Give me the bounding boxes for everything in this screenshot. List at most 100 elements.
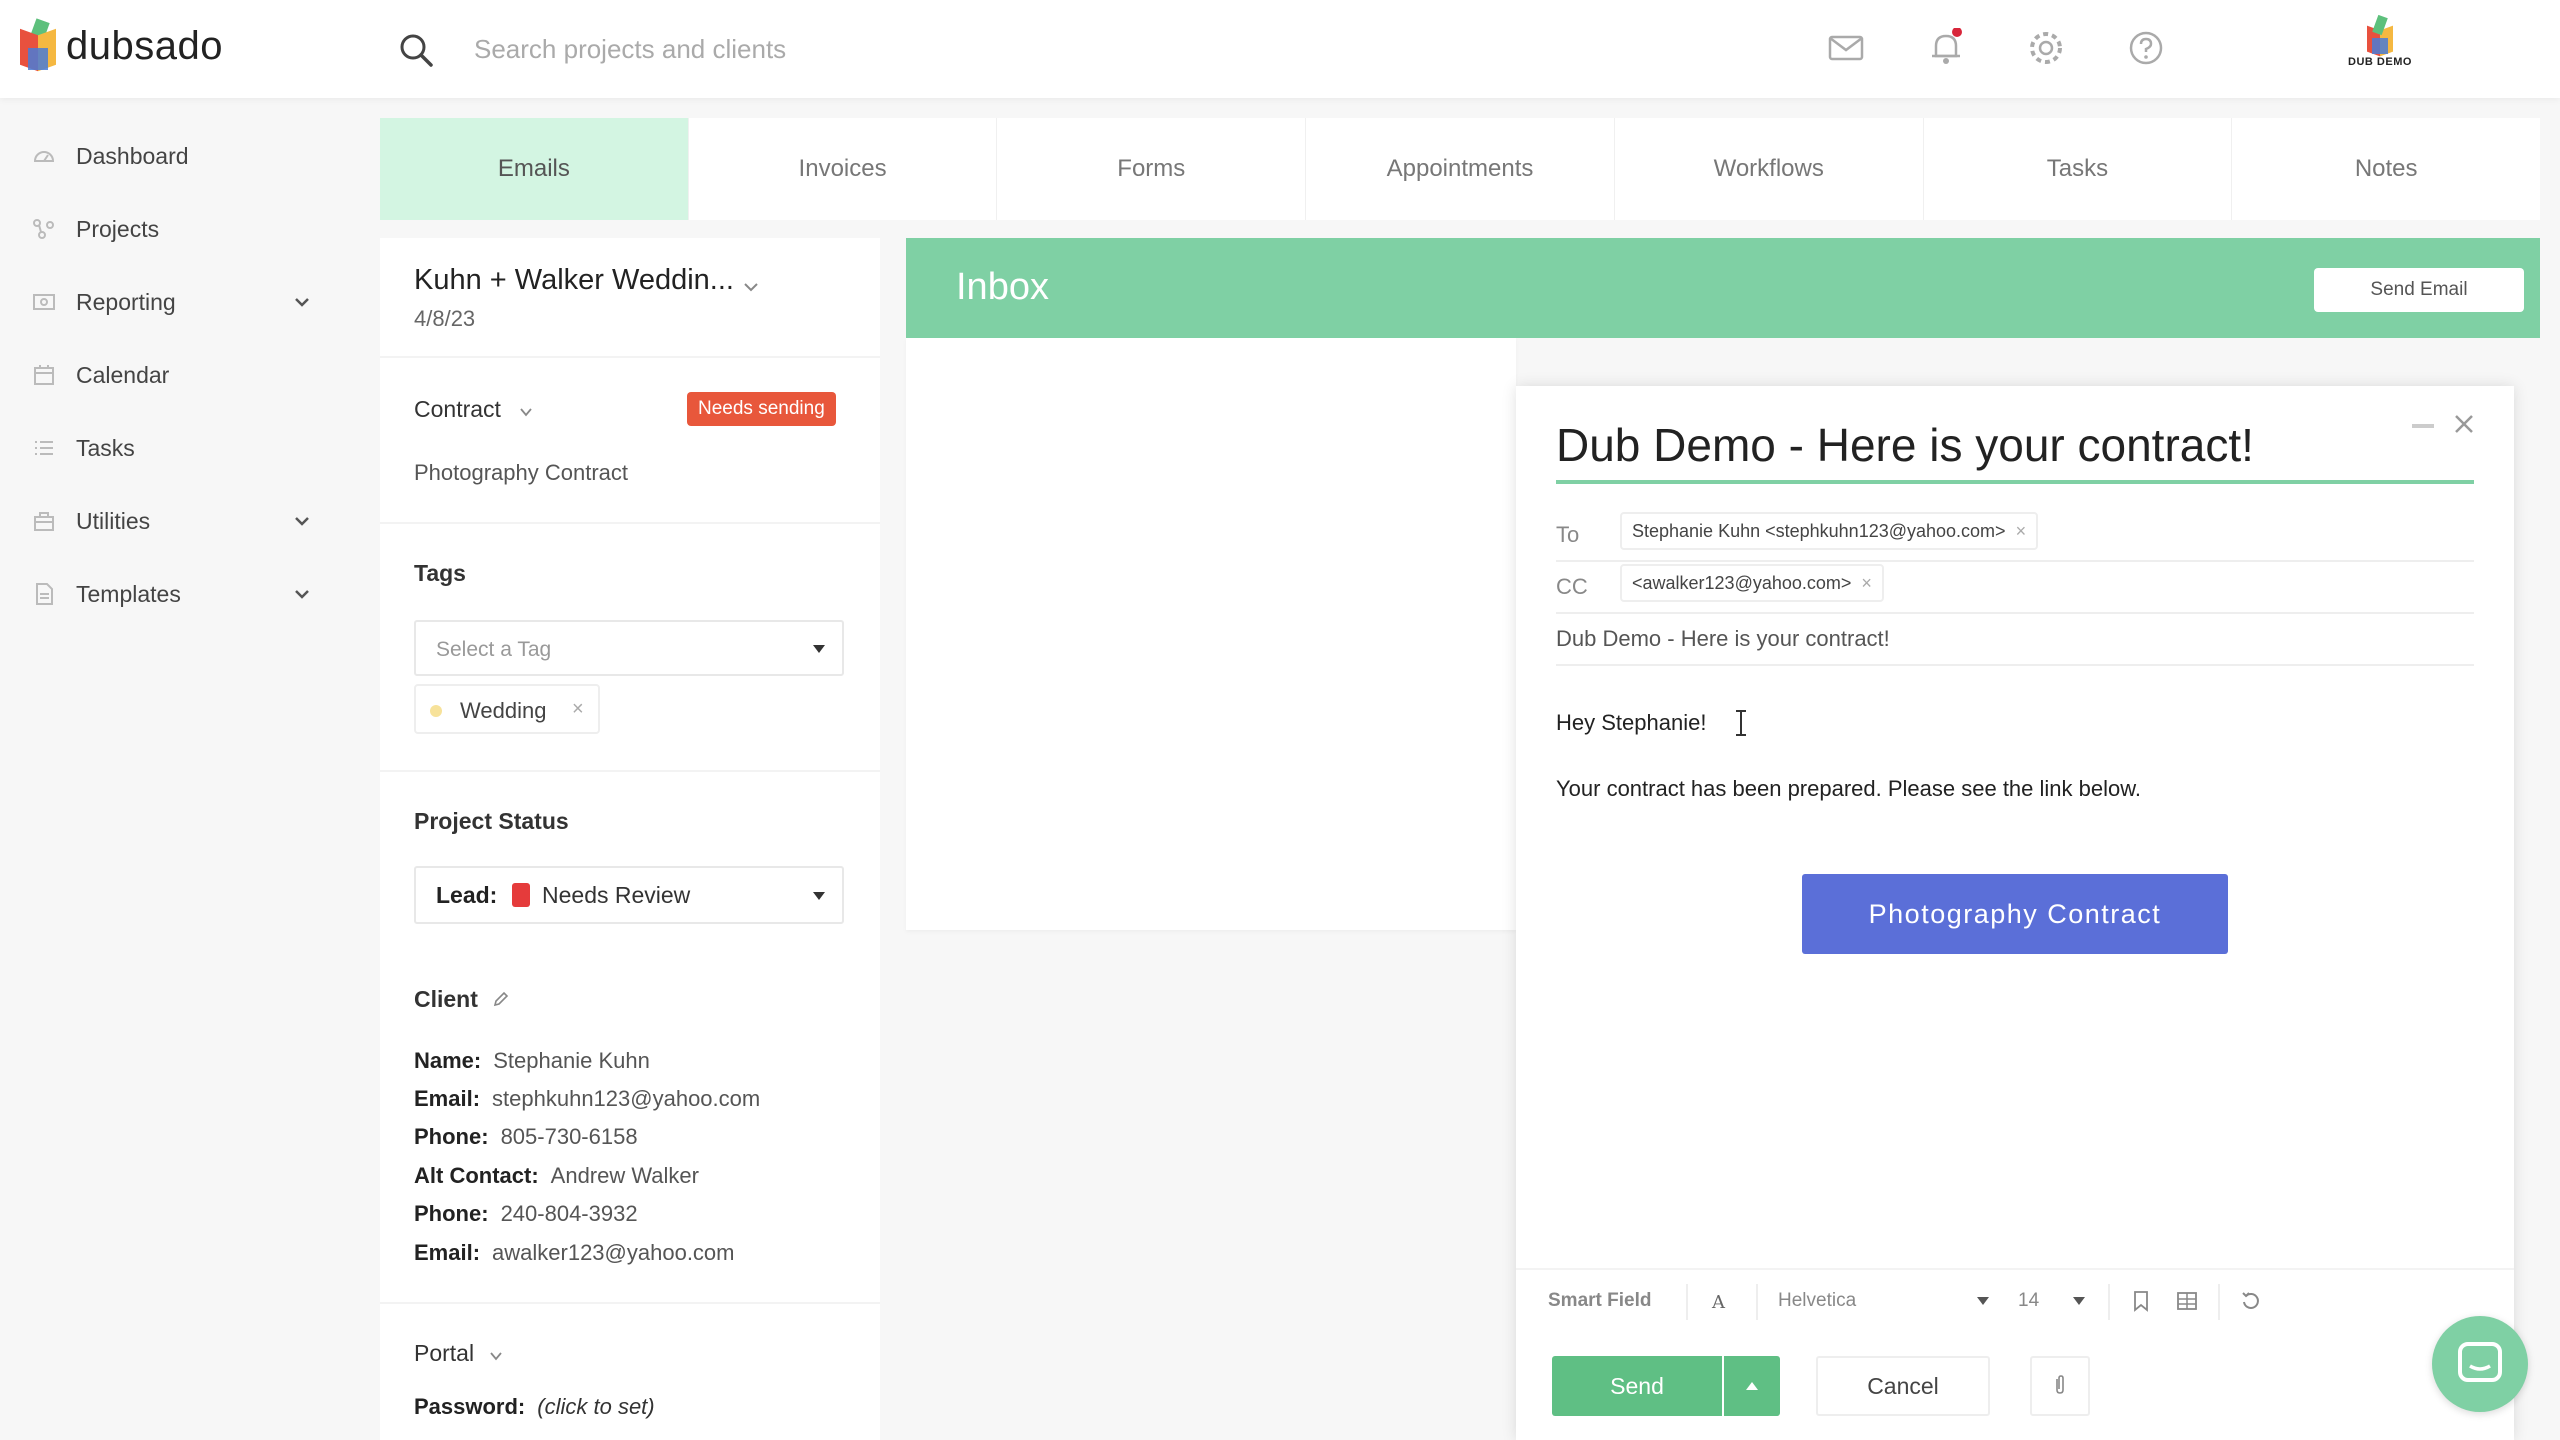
bell-icon[interactable] [1926, 28, 1966, 68]
chevron-down-icon[interactable] [292, 292, 312, 312]
inbox-title: Inbox [956, 266, 1049, 308]
divider [2218, 1284, 2220, 1320]
chat-icon [2458, 1342, 2502, 1382]
remove-tag-icon[interactable]: × [572, 698, 584, 721]
tab-forms[interactable]: Forms [997, 118, 1307, 220]
font-size-select[interactable]: 14 [2018, 1290, 2039, 1312]
sidebar-item-label: Utilities [76, 507, 151, 534]
help-icon[interactable] [2126, 28, 2166, 68]
to-recipient-chip[interactable]: Stephanie Kuhn <stephkuhn123@yahoo.com> × [1620, 512, 2039, 550]
password-row[interactable]: Password: (click to set) [414, 1394, 655, 1420]
sidebar-item-dashboard[interactable]: Dashboard [32, 131, 312, 181]
tab-invoices[interactable]: Invoices [689, 118, 998, 220]
logo[interactable]: dubsado [18, 18, 223, 74]
avatar-label: DUB DEMO [2348, 56, 2412, 68]
client-label: Client [414, 986, 478, 1012]
tab-tasks[interactable]: Tasks [1924, 118, 2233, 220]
remove-recipient-icon[interactable]: × [1861, 573, 1872, 593]
portal-label[interactable]: Portal [414, 1340, 474, 1367]
compose-title: Dub Demo - Here is your contract! [1556, 419, 2254, 471]
account-avatar[interactable]: DUB DEMO [2340, 14, 2420, 84]
gear-icon[interactable] [2026, 28, 2066, 68]
chat-widget[interactable] [2432, 1316, 2528, 1412]
tag-select[interactable]: Select a Tag [414, 620, 844, 676]
sidebar-item-label: Calendar [76, 361, 170, 388]
project-date: 4/8/23 [414, 306, 476, 331]
photography-contract-button[interactable]: Photography Contract [1802, 874, 2228, 954]
tab-appointments[interactable]: Appointments [1306, 118, 1615, 220]
sidebar-item-tasks[interactable]: Tasks [32, 423, 312, 473]
tag-select-placeholder: Select a Tag [436, 638, 552, 661]
flag-icon [512, 883, 530, 907]
alt-phone-row: Phone: 240-804-3932 [414, 1201, 638, 1226]
search-input[interactable] [474, 26, 1374, 72]
templates-icon [36, 583, 53, 605]
attachment-button[interactable] [2030, 1356, 2090, 1416]
send-email-button[interactable]: Send Email [2314, 268, 2524, 312]
minimize-icon[interactable] [2412, 424, 2434, 428]
send-options-button[interactable] [1724, 1356, 1780, 1416]
top-bar: dubsado DUB DEMO [0, 0, 2560, 98]
sidebar-item-reporting[interactable]: Reporting [32, 277, 312, 327]
project-title[interactable]: Kuhn + Walker Weddin... [414, 264, 734, 297]
search-icon[interactable] [396, 30, 436, 70]
contract-name[interactable]: Photography Contract [414, 460, 628, 486]
project-status-select[interactable]: Lead: Needs Review [414, 866, 844, 924]
font-family-select[interactable]: Helvetica [1778, 1290, 1856, 1312]
table-icon[interactable] [2176, 1290, 2198, 1312]
utilities-icon [34, 512, 54, 531]
chevron-down-icon[interactable] [742, 278, 760, 296]
email-body[interactable]: Your contract has been prepared. Please … [1556, 776, 2141, 802]
brand-name: dubsado [66, 23, 223, 68]
dashboard-icon [33, 151, 55, 162]
tag-color-dot [430, 705, 442, 717]
subject-field[interactable]: Dub Demo - Here is your contract! [1556, 626, 1890, 652]
chevron-down-icon[interactable] [292, 511, 312, 531]
close-icon[interactable] [2452, 412, 2476, 436]
remove-recipient-icon[interactable]: × [2016, 521, 2027, 541]
divider [1556, 612, 2474, 614]
client-phone-row: Phone: 805-730-6158 [414, 1124, 638, 1149]
send-button[interactable]: Send [1552, 1356, 1722, 1416]
tab-notes[interactable]: Notes [2232, 118, 2540, 220]
email-greeting[interactable]: Hey Stephanie! [1556, 710, 1706, 736]
to-label: To [1556, 522, 1580, 547]
sidebar-item-projects[interactable]: Projects [32, 204, 312, 254]
smart-field-dropdown[interactable]: Smart Field [1548, 1290, 1651, 1312]
client-email-row[interactable]: Email: stephkuhn123@yahoo.com [414, 1086, 760, 1112]
divider [380, 356, 880, 358]
bookmark-icon[interactable] [2130, 1290, 2152, 1312]
mail-icon[interactable] [1826, 28, 1866, 68]
caret-down-icon [813, 645, 825, 653]
chevron-down-icon[interactable] [488, 1348, 504, 1364]
text-cursor-icon [1736, 710, 1746, 736]
alt-email-row[interactable]: Email: awalker123@yahoo.com [414, 1240, 735, 1266]
cancel-button[interactable]: Cancel [1816, 1356, 1990, 1416]
sidebar-item-label: Reporting [76, 288, 176, 315]
caret-down-icon[interactable] [1976, 1296, 1990, 1306]
calendar-icon [34, 365, 54, 385]
divider [380, 770, 880, 772]
chevron-down-icon[interactable] [518, 404, 534, 420]
sidebar-item-label: Dashboard [76, 142, 189, 169]
caret-down-icon[interactable] [2072, 1296, 2086, 1306]
chevron-down-icon[interactable] [292, 584, 312, 604]
undo-icon[interactable] [2240, 1290, 2262, 1312]
tab-workflows[interactable]: Workflows [1615, 118, 1924, 220]
compose-email-window: Dub Demo - Here is your contract! To Ste… [1516, 386, 2514, 1440]
contract-label[interactable]: Contract [414, 396, 501, 423]
tab-emails[interactable]: Emails [380, 118, 689, 220]
paperclip-icon [2056, 1374, 2064, 1394]
pencil-icon[interactable] [492, 990, 510, 1008]
sidebar-item-templates[interactable]: Templates [32, 569, 312, 619]
tag-label: Wedding [460, 698, 547, 723]
project-status-label: Project Status [414, 808, 569, 834]
client-name-row: Name: Stephanie Kuhn [414, 1048, 650, 1073]
cc-label: CC [1556, 574, 1588, 599]
sidebar-item-label: Projects [76, 215, 160, 242]
divider [1686, 1284, 1688, 1320]
text-style-icon[interactable]: A [1708, 1290, 1730, 1312]
sidebar-item-utilities[interactable]: Utilities [32, 496, 312, 546]
cc-recipient-chip[interactable]: <awalker123@yahoo.com> × [1620, 564, 1884, 602]
sidebar-item-calendar[interactable]: Calendar [32, 350, 312, 400]
